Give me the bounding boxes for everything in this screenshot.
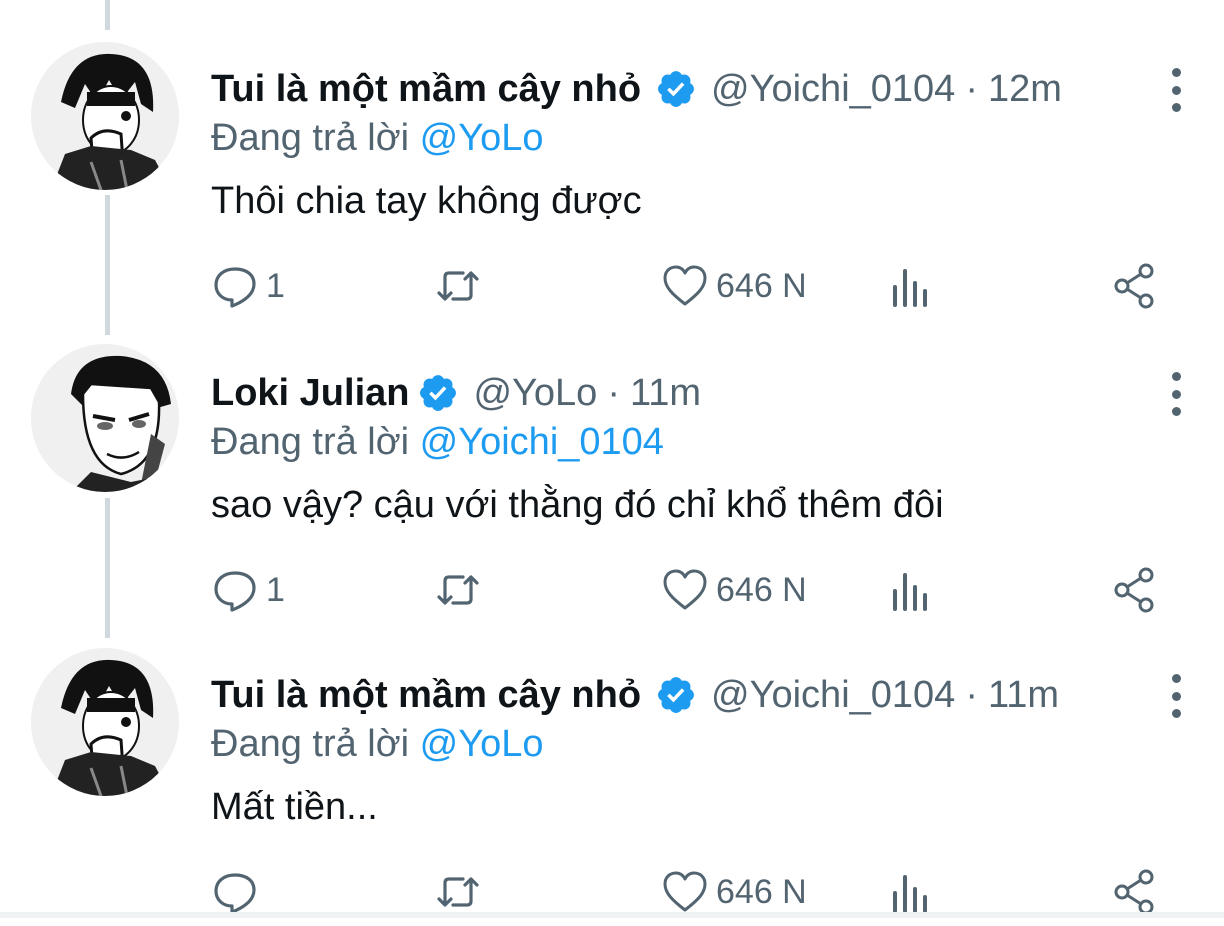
like-button[interactable]: 646 N [660,260,807,312]
share-icon [1114,263,1154,309]
display-name[interactable]: Loki Julian [211,372,409,415]
reply-button[interactable]: 1 [210,564,285,616]
like-count: 646 N [716,266,807,305]
avatar-illustration [31,344,179,492]
separator-dot: · [965,673,978,716]
more-vertical-icon[interactable] [1166,674,1186,718]
retweet-icon [437,877,479,907]
retweet-button[interactable] [433,260,483,312]
mention-link[interactable]: @YoLo [420,723,544,765]
share-button[interactable] [1110,564,1160,616]
timestamp[interactable]: 12m [988,68,1062,111]
verified-badge-icon [417,372,459,414]
comment-bubble-icon [214,267,256,308]
tweet[interactable]: Loki Julian @YoLo · 11m Đang trả lời @Yo… [0,324,1224,624]
share-icon [1114,567,1154,613]
mention-link[interactable]: @Yoichi_0104 [420,421,664,463]
comment-bubble-icon [214,571,256,612]
bottom-divider [0,912,1224,918]
tweet-header: Tui là một mầm cây nhỏ @Yoichi_0104 · 12… [211,64,1164,114]
tweet-text: Thôi chia tay không được [211,180,642,222]
heart-icon [663,265,707,306]
reply-button[interactable]: 1 [210,260,285,312]
share-icon [1114,869,1154,915]
more-vertical-icon[interactable] [1166,372,1186,416]
display-name[interactable]: Tui là một mầm cây nhỏ [211,674,641,717]
avatar[interactable] [31,344,179,492]
reply-button[interactable] [210,866,266,918]
timestamp[interactable]: 11m [630,372,701,415]
user-handle[interactable]: @Yoichi_0104 [711,674,955,717]
like-count: 646 N [716,570,807,609]
tweet-actions: 646 N [0,866,1224,918]
tweet-actions: 1 646 N [0,564,1224,616]
verified-badge-icon [655,674,697,716]
replying-to: Đang trả lời @YoLo [211,117,544,160]
replying-to-label: Đang trả lời [211,723,410,765]
replying-to-label: Đang trả lời [211,421,410,463]
avatar-illustration [31,648,179,796]
like-count: 646 N [716,872,807,911]
retweet-button[interactable] [433,564,483,616]
user-handle[interactable]: @YoLo [473,372,597,415]
replying-to: Đang trả lời @Yoichi_0104 [211,421,664,464]
user-handle[interactable]: @Yoichi_0104 [711,68,955,111]
retweet-icon [437,575,479,605]
reply-count: 1 [266,266,285,305]
like-button[interactable]: 646 N [660,866,807,918]
tweet-header: Tui là một mầm cây nhỏ @Yoichi_0104 · 11… [211,670,1164,720]
bar-chart-icon [893,875,927,913]
separator-dot: · [607,371,620,414]
timestamp[interactable]: 11m [988,674,1059,717]
more-vertical-icon[interactable] [1166,68,1186,112]
avatar-illustration [31,42,179,190]
retweet-icon [437,271,479,301]
tweet[interactable]: Tui là một mầm cây nhỏ @Yoichi_0104 · 12… [0,20,1224,320]
display-name[interactable]: Tui là một mầm cây nhỏ [211,68,641,111]
share-button[interactable] [1110,866,1160,918]
avatar[interactable] [31,42,179,190]
heart-icon [663,569,707,610]
tweet-text: sao vậy? cậu với thằng đó chỉ khổ thêm đ… [211,484,944,526]
retweet-button[interactable] [433,866,483,918]
comment-bubble-icon [214,873,256,914]
separator-dot: · [965,67,978,110]
like-button[interactable]: 646 N [660,564,807,616]
tweet-header: Loki Julian @YoLo · 11m [211,368,1164,418]
reply-count: 1 [266,570,285,609]
bar-chart-icon [893,269,927,307]
replying-to-label: Đang trả lời [211,117,410,159]
avatar[interactable] [31,648,179,796]
verified-badge-icon [655,68,697,110]
bar-chart-icon [893,573,927,611]
tweet[interactable]: Tui là một mầm cây nhỏ @Yoichi_0104 · 11… [0,626,1224,926]
tweet-text: Mất tiền... [211,786,378,828]
share-button[interactable] [1110,260,1160,312]
replying-to: Đang trả lời @YoLo [211,723,544,766]
views-button[interactable] [885,866,935,918]
views-button[interactable] [885,260,935,312]
mention-link[interactable]: @YoLo [420,117,544,159]
tweet-actions: 1 646 N [0,260,1224,312]
views-button[interactable] [885,564,935,616]
heart-icon [663,871,707,912]
